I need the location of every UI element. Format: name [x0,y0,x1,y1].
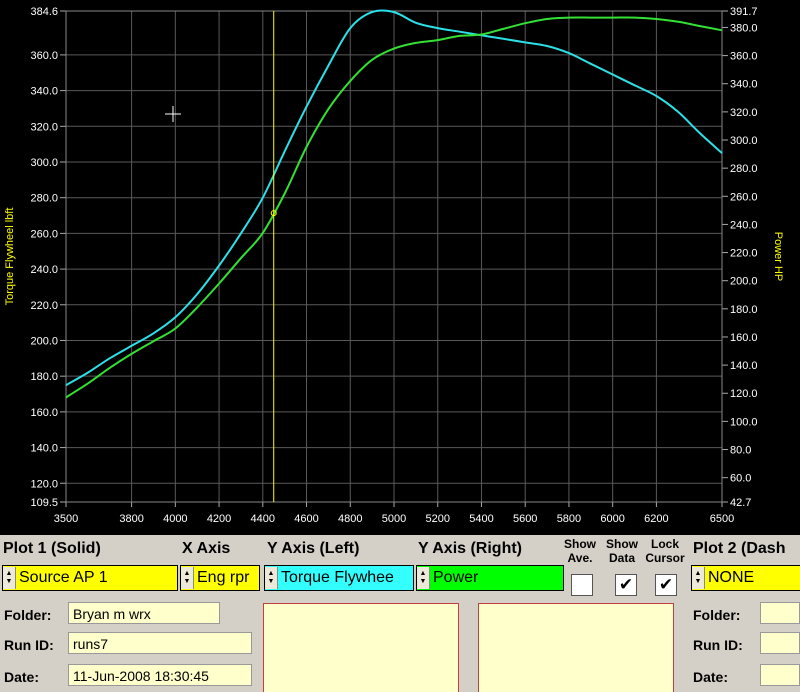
checkmark-icon: ✔ [618,575,634,594]
y-right-tick-label: 240.0 [730,219,758,231]
lock-cursor-label: Lock Cursor [645,537,685,565]
x-tick-label: 5200 [425,513,449,525]
xaxis-title: X Axis [182,540,231,557]
y-right-tick-label: 380.0 [730,22,758,34]
x-tick-label: 6500 [710,513,734,525]
y-right-tick-label: 360.0 [730,51,758,63]
spin-arrows-icon[interactable]: ▲ ▼ [265,567,278,589]
x-tick-label: 5400 [469,513,493,525]
y-left-tick-label: 320.0 [30,121,58,133]
x-tick-label: 4800 [338,513,362,525]
plot1-title: Plot 1 (Solid) [3,540,101,557]
folder-field[interactable]: Bryan m wrx [68,602,220,624]
y-left-tick-label: 180.0 [30,371,58,383]
date-label: Date: [4,669,40,685]
x-tick-label: 3800 [119,513,143,525]
yaxis-left-select[interactable]: ▲ ▼ Torque Flywhee [264,565,414,591]
y-right-tick-label: 320.0 [730,107,758,119]
date-field[interactable]: 11-Jun-2008 18:30:45 [68,664,252,686]
runid-label-2: Run ID: [693,637,743,653]
folder-label: Folder: [4,607,52,623]
runid-field[interactable]: runs7 [68,632,252,654]
yaxis-right-title: Y Axis (Right) [418,540,523,557]
y-left-tick-label: 384.6 [30,6,58,18]
y-right-tick-label: 391.7 [730,6,758,18]
y-right-tick-label: 120.0 [730,388,758,400]
y-left-tick-label: 260.0 [30,228,58,240]
y-right-tick-label: 42.7 [730,497,751,509]
plot2-title: Plot 2 (Dash [693,540,786,557]
x-tick-label: 6000 [600,513,624,525]
dyno-chart[interactable]: 3500 3800 4000 4200 4400 4600 4800 5000 5200 5400… [0,0,800,535]
runid-field-2[interactable] [760,632,800,654]
y-right-tick-label: 160.0 [730,332,758,344]
date-field-2[interactable] [760,664,800,686]
runid-label: Run ID: [4,637,54,653]
y-right-tick-label: 340.0 [730,79,758,91]
y-left-tick-label: 200.0 [30,335,58,347]
spin-arrows-icon[interactable]: ▲ ▼ [181,567,194,589]
x-tick-label: 4400 [251,513,275,525]
y-right-tick-label: 80.0 [730,445,751,457]
y-right-tick-label: 60.0 [730,473,751,485]
y-left-tick-label: 240.0 [30,264,58,276]
y-axis-label-left: Torque Flywheel lbft [4,208,16,306]
yaxis-right-select[interactable]: ▲ ▼ Power [416,565,564,591]
x-tick-label: 5000 [382,513,406,525]
folder-field-2[interactable] [760,602,800,624]
y-left-tick-label: 280.0 [30,193,58,205]
y-left-tick-label: 360.0 [30,50,58,62]
control-panel: Plot 1 (Solid) X Axis Y Axis (Left) Y Ax… [0,535,800,692]
date-label-2: Date: [693,669,729,685]
source2-select[interactable]: ▲ ▼ NONE [691,565,800,591]
show-data-label: Show Data [606,537,638,565]
spin-arrows-icon[interactable]: ▲ ▼ [417,567,430,589]
x-tick-label: 4200 [207,513,231,525]
y-left-tick-label: 160.0 [30,407,58,419]
y-left-tick-label: 140.0 [30,443,58,455]
y-axis-label-right: Power HP [772,232,784,282]
x-tick-label: 3500 [54,513,78,525]
y-left-tick-label: 109.5 [30,497,58,509]
source1-select[interactable]: ▲ ▼ Source AP 1 [2,565,178,591]
y-right-tick-label: 200.0 [730,276,758,288]
show-data-checkbox[interactable]: ✔ [615,574,637,596]
yaxis-left-title: Y Axis (Left) [267,540,360,557]
folder-label-2: Folder: [693,607,741,623]
y-left-tick-label: 340.0 [30,86,58,98]
notes-box-2[interactable] [478,603,674,692]
x-tick-label: 4600 [294,513,318,525]
y-right-tick-label: 280.0 [730,163,758,175]
y-left-tick-label: 300.0 [30,157,58,169]
x-tick-label: 4000 [163,513,187,525]
xaxis-select[interactable]: ▲ ▼ Eng rpr [180,565,260,591]
y-right-tick-label: 180.0 [730,304,758,316]
show-ave-checkbox[interactable] [571,574,593,596]
y-right-tick-label: 300.0 [730,135,758,147]
y-right-tick-label: 100.0 [730,416,758,428]
x-tick-label: 5800 [557,513,581,525]
spin-arrows-icon[interactable]: ▲ ▼ [692,567,705,589]
x-tick-label: 6200 [644,513,668,525]
y-right-tick-label: 260.0 [730,191,758,203]
y-right-tick-label: 220.0 [730,248,758,260]
lock-cursor-checkbox[interactable]: ✔ [655,574,677,596]
checkmark-icon: ✔ [658,575,674,594]
y-left-tick-label: 120.0 [30,478,58,490]
show-ave-label: Show Ave. [564,537,596,565]
x-tick-label: 5600 [513,513,537,525]
spin-arrows-icon[interactable]: ▲ ▼ [3,567,16,589]
notes-box-1[interactable] [263,603,459,692]
chart-canvas[interactable]: 3500 3800 4000 4200 4400 4600 4800 5000 5200 5400… [0,0,800,535]
y-right-tick-label: 140.0 [730,360,758,372]
y-left-tick-label: 220.0 [30,300,58,312]
